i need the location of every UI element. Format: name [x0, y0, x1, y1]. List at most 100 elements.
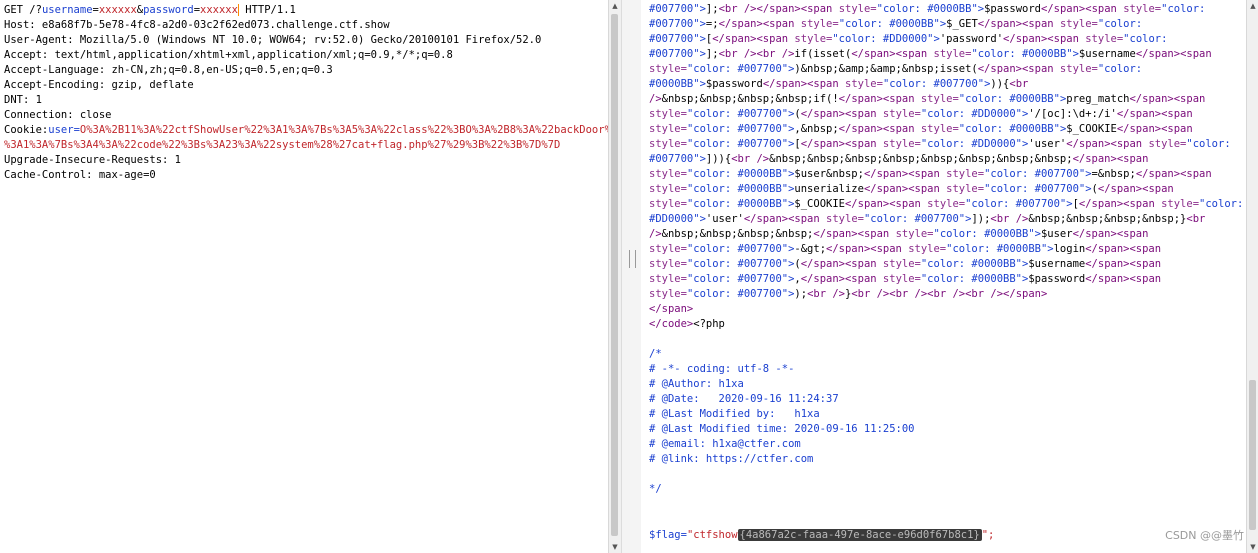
- code-token: </span><span: [863, 168, 947, 180]
- code-token: "color: #007700">: [984, 183, 1092, 195]
- flag-value[interactable]: {4a867a2c-faaa-497e-8ace-e96d0f67b8c1}: [737, 529, 982, 541]
- code-token: &nbsp;&nbsp;&nbsp;&nbsp;: [661, 228, 814, 240]
- code-line: style="color: #007700">(</span><span sty…: [649, 107, 1199, 122]
- header-line: Cache-Control: max-age=0: [4, 169, 156, 181]
- code-token: style=: [845, 78, 883, 90]
- code-token: "color: #0000BB">: [838, 18, 947, 30]
- code-token: "color: #0000BB">: [958, 93, 1067, 105]
- scroll-down-icon[interactable]: ▼: [1247, 541, 1258, 553]
- scroll-up-icon[interactable]: ▲: [1247, 0, 1258, 12]
- code-token: <br />: [731, 153, 770, 165]
- code-token: &nbsp;&nbsp;&nbsp;&nbsp;}: [1028, 213, 1187, 225]
- code-line: #0000BB">$password</span><span style="co…: [649, 77, 1035, 92]
- code-token: );: [794, 288, 808, 300]
- comment-line: # -*- coding: utf-8 -*-: [649, 363, 795, 375]
- code-token: "color: #DD0000">: [920, 138, 1029, 150]
- cookie-value[interactable]: %3A1%3A%7Bs%3A4%3A%22code%22%3Bs%3A23%3A…: [4, 139, 560, 151]
- code-token: "color: #0000BB">: [971, 48, 1079, 60]
- code-token: "color: #007700">: [686, 273, 795, 285]
- code-token: #007700">: [649, 153, 706, 165]
- code-line: style="color: #0000BB">unserialize</span…: [649, 182, 1180, 197]
- param-username-value[interactable]: xxxxxx: [99, 4, 137, 16]
- code-token: $username: [1078, 48, 1136, 60]
- code-token: $_COOKIE: [794, 198, 845, 210]
- code-token: <br /><br /><br /><br /></span>: [851, 288, 1048, 300]
- code-token: "color: #0000BB">: [686, 168, 795, 180]
- param-password-value[interactable]: xxxxxx: [200, 4, 238, 16]
- code-token: />: [649, 93, 662, 105]
- comment-line: */: [649, 483, 662, 495]
- request-line[interactable]: GET /?username=xxxxxx&password=xxxxxx HT…: [4, 3, 296, 18]
- code-line: #007700">];<br /><br />if(isset(</span><…: [649, 47, 1218, 62]
- code-token: style=: [946, 168, 985, 180]
- comment-line: # @email: h1xa@ctfer.com: [649, 438, 801, 450]
- code-token: $user: [1040, 228, 1073, 240]
- code-token: style=: [882, 273, 921, 285]
- code-token: unserialize: [794, 183, 864, 195]
- code-token: style=: [882, 258, 921, 270]
- code-token: "color: #0000BB">: [933, 228, 1041, 240]
- code-token: "color:: [1186, 138, 1237, 150]
- code-token: "color: #007700">: [686, 123, 795, 135]
- scroll-thumb[interactable]: [611, 14, 618, 536]
- code-token: </span><span: [1085, 273, 1168, 285]
- code-token: "color: #0000BB">: [876, 3, 985, 15]
- scroll-thumb[interactable]: [1249, 380, 1256, 530]
- code-line: style="color: #007700">);<br />}<br /><b…: [649, 287, 1047, 302]
- code-token: style=: [649, 63, 687, 75]
- code-token: style=: [800, 18, 839, 30]
- code-token: "color: #007700">: [686, 288, 795, 300]
- code-token: </span>: [649, 303, 694, 315]
- code-line: style="color: #007700">(</span><span sty…: [649, 257, 1167, 272]
- code-line: style="color: #007700">-&gt;</span><span…: [649, 242, 1167, 257]
- code-token: '/[oc]:\d+:/i': [1028, 108, 1117, 120]
- code-line: #007700">=;</span><span style="color: #0…: [649, 17, 1148, 32]
- code-line: #007700">];<br /></span><span style="col…: [649, 2, 1212, 17]
- cookie-value[interactable]: O%3A%2B11%3A%22ctfShowUser%22%3A1%3A%7Bs…: [80, 124, 608, 136]
- code-token: $password: [1028, 273, 1086, 285]
- code-token: preg_match: [1066, 93, 1130, 105]
- cookie-label: Cookie:: [4, 124, 49, 136]
- code-token: 'password': [939, 33, 1004, 45]
- code-token: </span><span: [1078, 198, 1162, 210]
- code-token: style=: [1059, 18, 1098, 30]
- code-token: style=: [649, 288, 687, 300]
- code-token: </span><span: [1135, 48, 1219, 60]
- comment-line: # @Last Modified by: h1xa: [649, 408, 820, 420]
- cookie-line-continued[interactable]: %3A1%3A%7Bs%3A4%3A%22code%22%3Bs%3A23%3A…: [4, 138, 560, 153]
- code-token: $user&nbsp;: [794, 168, 864, 180]
- code-token: style=: [882, 138, 921, 150]
- cookie-line[interactable]: Cookie:user=O%3A%2B11%3A%22ctfShowUser%2…: [4, 123, 608, 138]
- code-line: </span>: [649, 302, 693, 317]
- request-editor[interactable]: GET /?username=xxxxxx&password=xxxxxx HT…: [0, 0, 608, 553]
- code-line: </code><?php: [649, 317, 725, 332]
- code-token: #007700">: [649, 18, 706, 30]
- scroll-down-icon[interactable]: ▼: [609, 541, 621, 553]
- code-token: style=: [649, 258, 687, 270]
- code-token: </span><span: [1135, 168, 1218, 180]
- response-viewer[interactable]: #007700">];<br /></span><span style="col…: [641, 0, 1246, 553]
- scroll-up-icon[interactable]: ▲: [609, 0, 621, 12]
- flag-line: $flag="ctfshow {4a867a2c-faaa-497e-8ace-e…: [649, 527, 994, 543]
- code-token: <br /><br />: [718, 48, 795, 60]
- code-token: "color: #007700">: [686, 63, 795, 75]
- code-line: #DD0000">'user'</span><span style="color…: [649, 212, 1212, 227]
- code-token: $password: [984, 3, 1041, 15]
- code-token: </span><span: [1003, 33, 1086, 45]
- code-line: style="color: #007700">,&nbsp;</span><sp…: [649, 122, 1199, 137]
- code-token: "color: #007700">: [965, 198, 1073, 210]
- left-scrollbar[interactable]: ▲ ▼: [608, 0, 621, 553]
- code-token: </span><span: [813, 228, 896, 240]
- pane-splitter[interactable]: [621, 0, 643, 553]
- code-token: </span><span: [1116, 108, 1200, 120]
- code-token: "color:: [1199, 198, 1246, 210]
- code-token: style=: [1059, 63, 1098, 75]
- code-token: </span><span: [800, 138, 883, 150]
- code-token: />: [649, 228, 662, 240]
- code-token: &nbsp;&nbsp;&nbsp;&nbsp;if(!: [661, 93, 839, 105]
- code-token: "color: #DD0000">: [832, 33, 940, 45]
- code-token: -&gt;: [794, 243, 827, 255]
- right-scrollbar[interactable]: ▲ ▼: [1246, 0, 1258, 553]
- splitter-grip-icon[interactable]: [629, 250, 636, 268]
- code-token: </span><span: [977, 18, 1060, 30]
